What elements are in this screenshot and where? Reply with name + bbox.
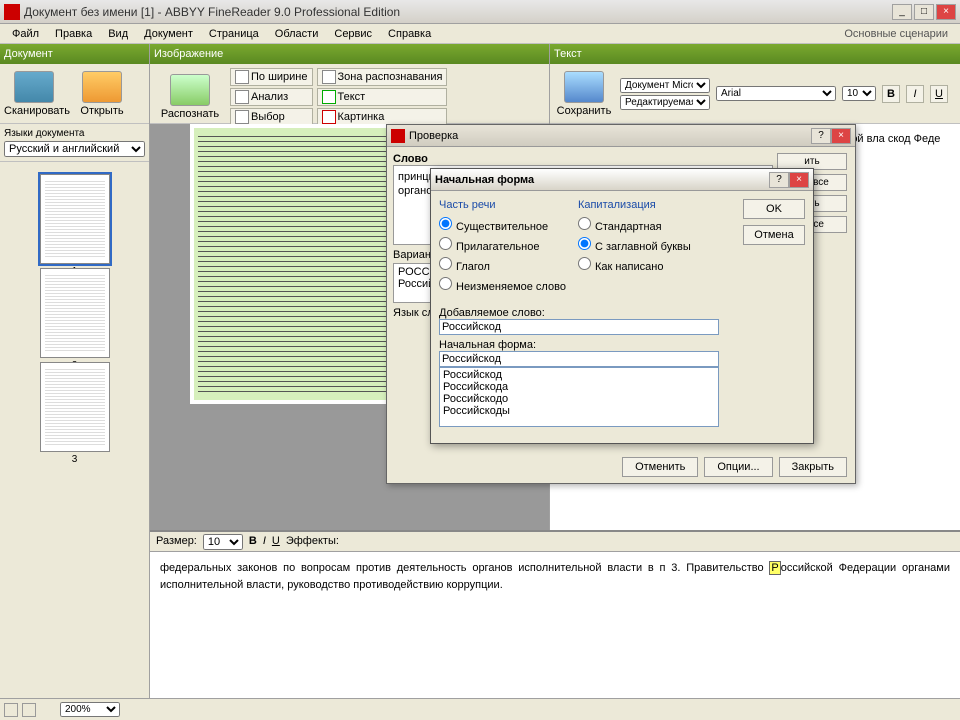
form-ok-button[interactable]: OK <box>743 199 805 219</box>
menu-service[interactable]: Сервис <box>326 26 380 42</box>
capitalization-group: Капитализация Стандартная С заглавной бу… <box>578 199 691 295</box>
menu-page[interactable]: Страница <box>201 26 267 42</box>
pos-noun[interactable]: Существительное <box>439 215 566 235</box>
menu-scenarios[interactable]: Основные сценарии <box>836 26 956 42</box>
text-pane-header: Текст <box>550 44 960 64</box>
window-title: Документ без имени [1] - ABBYY FineReade… <box>24 5 892 19</box>
scan-button[interactable]: Сканировать <box>4 71 64 117</box>
menu-areas[interactable]: Области <box>267 26 327 42</box>
form-cancel-button[interactable]: Отмена <box>743 225 805 245</box>
minimize-button[interactable]: _ <box>892 4 912 20</box>
form-close-button[interactable]: × <box>789 172 809 188</box>
open-button[interactable]: Открыть <box>72 71 132 117</box>
page-thumb-2[interactable] <box>40 268 110 358</box>
pos-verb[interactable]: Глагол <box>439 255 566 275</box>
part-of-speech-group: Часть речи Существительное Прилагательно… <box>439 199 566 295</box>
cap-asis[interactable]: Как написано <box>578 255 691 275</box>
lang-label: Языки документа <box>4 128 145 139</box>
check-options-button[interactable]: Опции... <box>704 457 772 477</box>
highlighted-char: Р <box>769 561 780 575</box>
base-form-label: Начальная форма: <box>439 339 805 351</box>
page-thumb-3[interactable] <box>40 362 110 452</box>
bottom-zoom-select[interactable]: 200% <box>60 702 120 717</box>
layout-select[interactable]: Редактируемая <box>620 95 710 110</box>
zone-icon <box>322 70 336 84</box>
text-zone-icon <box>322 90 336 104</box>
check-close-button[interactable]: × <box>831 128 851 144</box>
font-size-select[interactable]: 10 <box>842 86 876 101</box>
select-icon <box>235 110 249 124</box>
size-label: Размер: <box>156 533 197 550</box>
menu-help[interactable]: Справка <box>380 26 439 42</box>
preview-italic-button[interactable]: I <box>263 533 266 550</box>
scanner-icon <box>14 71 54 103</box>
image-pane-header: Изображение <box>150 44 549 64</box>
menu-document[interactable]: Документ <box>136 26 201 42</box>
base-form-dialog: Начальная форма ? × Часть речи Существит… <box>430 168 814 444</box>
added-word-label: Добавляемое слово: <box>439 307 805 319</box>
text-zone-button[interactable]: Текст <box>317 88 448 106</box>
scanned-page <box>190 124 410 404</box>
effects-label: Эффекты: <box>286 533 339 550</box>
base-form-input[interactable] <box>439 351 719 367</box>
status-icon-2[interactable] <box>22 703 36 717</box>
check-dialog-title: Проверка <box>409 130 811 142</box>
menu-file[interactable]: Файл <box>4 26 47 42</box>
target-format-select[interactable]: Документ Micrс <box>620 78 710 93</box>
save-button[interactable]: Сохранить <box>554 71 614 117</box>
suggestions-list[interactable]: Российскод Российскода Российскодо Росси… <box>439 367 719 427</box>
close-button[interactable]: × <box>936 4 956 20</box>
cap-standard[interactable]: Стандартная <box>578 215 691 235</box>
save-word-icon <box>564 71 604 103</box>
undo-button[interactable]: Отменить <box>622 457 698 477</box>
pos-invariable[interactable]: Неизменяемое слово <box>439 275 566 295</box>
maximize-button[interactable]: □ <box>914 4 934 20</box>
form-dialog-title: Начальная форма <box>435 174 769 186</box>
menu-edit[interactable]: Правка <box>47 26 100 42</box>
preview-underline-button[interactable]: U <box>272 533 280 550</box>
status-icon-1[interactable] <box>4 703 18 717</box>
form-help-button[interactable]: ? <box>769 172 789 188</box>
preview-size-select[interactable]: 10 <box>203 534 243 550</box>
status-bar: 200% <box>0 698 960 720</box>
dialog-icon <box>391 129 405 143</box>
analyze-button[interactable]: Анализ <box>230 88 313 106</box>
font-select[interactable]: Arial <box>716 86 836 101</box>
analyze-icon <box>235 90 249 104</box>
check-help-button[interactable]: ? <box>811 128 831 144</box>
picture-zone-icon <box>322 110 336 124</box>
italic-button[interactable]: I <box>906 85 924 103</box>
language-select[interactable]: Русский и английский <box>4 141 145 157</box>
added-word-input[interactable] <box>439 319 719 335</box>
cap-capitalized[interactable]: С заглавной буквы <box>578 235 691 255</box>
document-pane-header: Документ <box>0 44 149 64</box>
context-preview-pane: Размер: 10 B I U Эффекты: федеральных за… <box>150 530 960 698</box>
check-close-btn[interactable]: Закрыть <box>779 457 847 477</box>
folder-icon <box>82 71 122 103</box>
bold-button[interactable]: B <box>882 85 900 103</box>
menu-bar: Файл Правка Вид Документ Страница Област… <box>0 24 960 44</box>
underline-button[interactable]: U <box>930 85 948 103</box>
recognize-icon <box>170 74 210 106</box>
menu-view[interactable]: Вид <box>100 26 136 42</box>
page-thumb-1[interactable] <box>40 174 110 264</box>
pos-adj[interactable]: Прилагательное <box>439 235 566 255</box>
preview-bold-button[interactable]: B <box>249 533 257 550</box>
recognition-zone-button[interactable]: Зона распознавания <box>317 68 448 86</box>
fit-width-button[interactable]: По ширине <box>230 68 313 86</box>
fit-icon <box>235 70 249 84</box>
recognize-button[interactable]: Распознать <box>154 74 226 120</box>
app-icon <box>4 4 20 20</box>
